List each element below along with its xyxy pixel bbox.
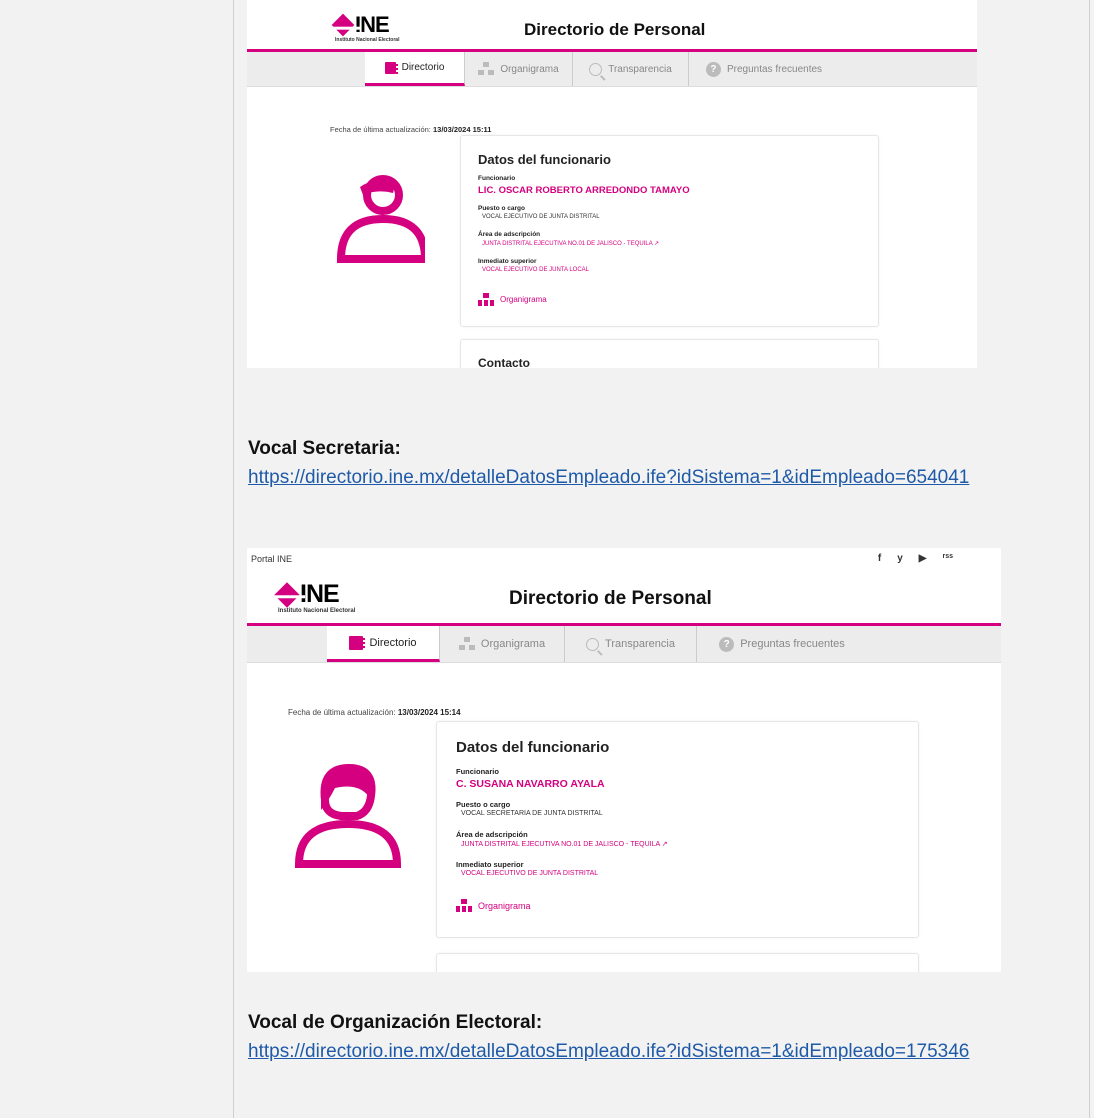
male-avatar-icon — [336, 175, 425, 263]
column-divider — [233, 0, 234, 1118]
puesto-label: Puesto o cargo — [456, 800, 511, 809]
card-title: Datos del funcionario — [456, 739, 610, 756]
ine-logo[interactable]: INE Instituto Nacional Electoral — [274, 580, 356, 614]
female-avatar-icon — [294, 763, 401, 868]
section-heading-vocal-secretaria: Vocal Secretaria: — [248, 438, 401, 459]
tab-directorio[interactable]: Directorio — [365, 52, 465, 86]
logo-subtitle: Instituto Nacional Electoral — [335, 37, 400, 43]
book-icon — [384, 61, 398, 74]
last-update: Fecha de última actualización: 13/03/202… — [288, 708, 461, 717]
logo-text: INE — [300, 580, 340, 608]
official-data-card: Datos del funcionario Funcionario LIC. O… — [460, 135, 879, 327]
last-update-value: 13/03/2024 15:14 — [397, 708, 461, 717]
last-update-label: Fecha de última actualización: — [288, 708, 396, 717]
external-link-icon: ↗ — [661, 841, 668, 848]
card-title: Datos del funcionario — [478, 152, 611, 167]
screenshot-director-page-2: Portal INE f y ▶ rss INE Instituto Nacio… — [247, 548, 1001, 972]
contact-card: Contacto — [460, 339, 879, 368]
top-bar: Portal INE f y ▶ rss — [247, 548, 1001, 570]
ine-logo[interactable]: INE Instituto Nacional Electoral — [331, 12, 400, 43]
logo-subtitle: Instituto Nacional Electoral — [278, 608, 356, 614]
superior-label: Inmediato superior — [456, 860, 524, 869]
section-heading-vocal-organizacion: Vocal de Organización Electoral: — [248, 1012, 543, 1033]
tab-label: Organigrama — [500, 63, 559, 75]
last-update-label: Fecha de última actualización: — [330, 125, 431, 134]
organigrama-label: Organigrama — [500, 295, 547, 304]
search-icon — [589, 62, 603, 76]
external-link-icon: ↗ — [654, 241, 660, 247]
contact-card — [436, 953, 919, 972]
superior-label: Inmediato superior — [478, 258, 537, 265]
area-label: Área de adscripción — [456, 830, 528, 839]
tab-organigrama[interactable]: Organigrama — [465, 52, 573, 86]
area-link[interactable]: JUNTA DISTRITAL EJECUTIVA NO.01 DE JALIS… — [461, 840, 668, 848]
org-chart-icon — [478, 293, 494, 306]
link-vocal-secretaria[interactable]: https://directorio.ine.mx/detalleDatosEm… — [248, 466, 1078, 490]
org-chart-icon — [478, 62, 495, 76]
organigrama-label: Organigrama — [478, 900, 531, 911]
superior-link[interactable]: VOCAL EJECUTIVO DE JUNTA LOCAL — [482, 267, 589, 273]
official-data-card: Datos del funcionario Funcionario C. SUS… — [436, 721, 919, 938]
puesto-value: VOCAL SECRETARIA DE JUNTA DISTRITAL — [461, 810, 603, 817]
puesto-label: Puesto o cargo — [478, 205, 525, 212]
area-value: JUNTA DISTRITAL EJECUTIVA NO.01 DE JALIS… — [461, 841, 660, 848]
tab-preguntas[interactable]: ? Preguntas frecuentes — [697, 626, 867, 662]
book-icon — [349, 635, 366, 650]
screenshot-director-page-1: INE Instituto Nacional Electoral Directo… — [247, 0, 977, 368]
question-icon: ? — [719, 636, 735, 652]
search-icon — [586, 637, 600, 651]
puesto-value: VOCAL EJECUTIVO DE JUNTA DISTRITAL — [482, 214, 600, 220]
funcionario-name: LIC. OSCAR ROBERTO ARREDONDO TAMAYO — [478, 185, 690, 196]
right-divider — [1089, 0, 1090, 1118]
page-title: Directorio de Personal — [524, 20, 706, 39]
area-value: JUNTA DISTRITAL EJECUTIVA NO.01 DE JALIS… — [482, 241, 653, 247]
tab-organigrama[interactable]: Organigrama — [440, 626, 565, 662]
youtube-icon[interactable]: ▶ — [919, 553, 927, 564]
tab-label: Transparencia — [605, 638, 675, 650]
area-link[interactable]: JUNTA DISTRITAL EJECUTIVA NO.01 DE JALIS… — [482, 240, 659, 247]
last-update-value: 13/03/2024 15:11 — [432, 125, 492, 134]
area-label: Área de adscripción — [478, 231, 541, 238]
tab-directorio[interactable]: Directorio — [327, 626, 440, 662]
contact-title: Contacto — [478, 356, 530, 368]
twitter-icon[interactable]: y — [897, 553, 903, 564]
link-vocal-organizacion[interactable]: https://directorio.ine.mx/detalleDatosEm… — [248, 1040, 1078, 1064]
superior-link[interactable]: VOCAL EJECUTIVO DE JUNTA DISTRITAL — [461, 870, 598, 877]
org-chart-icon — [458, 637, 475, 651]
tab-label: Organigrama — [480, 638, 546, 650]
site-header: INE Instituto Nacional Electoral Directo… — [247, 0, 977, 52]
site-header: INE Instituto Nacional Electoral Directo… — [247, 570, 1001, 626]
logo-text: INE — [355, 12, 390, 37]
social-links: f y ▶ rss — [878, 553, 953, 564]
org-chart-icon — [456, 899, 472, 912]
main-nav: Directorio Organigrama Transparencia ? P… — [247, 626, 1001, 663]
organigrama-link[interactable]: Organigrama — [478, 293, 547, 306]
last-update: Fecha de última actualización: 13/03/202… — [330, 125, 491, 134]
tab-label: Preguntas frecuentes — [726, 63, 823, 75]
tab-label: Directorio — [369, 636, 417, 649]
facebook-icon[interactable]: f — [878, 553, 881, 564]
tab-label: Transparencia — [608, 63, 672, 75]
portal-ine-link[interactable]: Portal INE — [251, 554, 292, 564]
tab-transparencia[interactable]: Transparencia — [565, 626, 697, 662]
tab-transparencia[interactable]: Transparencia — [573, 52, 689, 86]
organigrama-link[interactable]: Organigrama — [456, 899, 531, 912]
main-nav: Directorio Organigrama Transparencia ? P… — [247, 52, 977, 87]
tab-preguntas[interactable]: ? Preguntas frecuentes — [689, 52, 839, 86]
question-icon: ? — [705, 61, 721, 77]
rss-icon[interactable]: rss — [942, 553, 953, 564]
ine-logo-icon — [274, 582, 300, 608]
tab-label: Preguntas frecuentes — [740, 638, 845, 650]
left-margin-column — [0, 0, 233, 1118]
funcionario-label: Funcionario — [456, 767, 499, 776]
ine-logo-icon — [331, 13, 355, 37]
page-title: Directorio de Personal — [509, 588, 712, 609]
tab-label: Directorio — [401, 62, 445, 73]
funcionario-label: Funcionario — [478, 175, 516, 182]
funcionario-name: C. SUSANA NAVARRO AYALA — [456, 778, 605, 790]
